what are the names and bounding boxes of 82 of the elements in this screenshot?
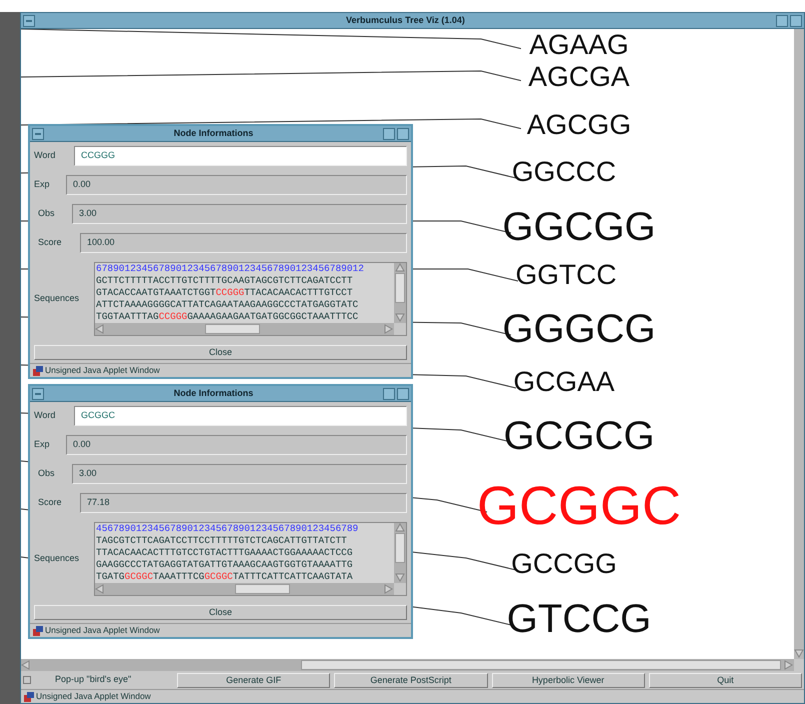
- tree-node-word[interactable]: GCGGC: [477, 479, 681, 533]
- vertical-scrollbar[interactable]: [394, 523, 406, 583]
- vertical-scrollbar[interactable]: [394, 263, 406, 323]
- field-label: Exp: [34, 438, 51, 452]
- toolbar-button[interactable]: Quit: [648, 672, 802, 688]
- horizontal-scrollbar[interactable]: [95, 583, 394, 595]
- word-field[interactable]: CCGGG: [74, 146, 407, 166]
- minimize-icon[interactable]: [383, 128, 395, 140]
- field-label: Word: [34, 409, 56, 422]
- applet-icon: [33, 366, 43, 376]
- word-field[interactable]: GCGGC: [74, 406, 407, 426]
- field-label: Obs: [37, 467, 56, 480]
- tree-node-word[interactable]: GCGAA: [513, 368, 615, 396]
- status-text: Unsigned Java Applet Window: [36, 690, 151, 703]
- minimize-icon[interactable]: [776, 14, 788, 26]
- field-label: Obs: [37, 207, 56, 220]
- sequence-line: TGGTAATTTAGCCGGGGAAAAGAAGAATGATGGCGGCTAAATTTCC: [96, 311, 360, 323]
- toolbar-button[interactable]: Generate PostScript: [334, 672, 488, 688]
- applet-icon: [24, 692, 34, 702]
- checkbox-label: Pop-up "bird's eye": [54, 673, 132, 686]
- tree-node-word[interactable]: AGCGG: [526, 111, 632, 139]
- tree-node-word[interactable]: GGGCG: [502, 309, 656, 349]
- horizontal-scrollbar[interactable]: [21, 659, 794, 671]
- scroll-thumb[interactable]: [301, 660, 781, 670]
- sequence-line: GTACACCAATGTAAATCTGGTCCGGGTTACACAACACTTTGTCCT: [96, 287, 354, 299]
- score-field: 77.18: [80, 493, 407, 513]
- tree-node-word[interactable]: GCCGG: [511, 550, 617, 578]
- score-field: 100.00: [80, 233, 407, 253]
- toolbar-button[interactable]: Generate GIF: [177, 672, 330, 688]
- sequence-line: TTACACAACACTTTGTCCTGTACTTTGAAAACTGGAAAAACTCCG: [96, 547, 354, 559]
- maximize-icon[interactable]: [397, 388, 409, 400]
- window-menu-icon[interactable]: [32, 388, 44, 400]
- checkbox[interactable]: [23, 676, 31, 684]
- sequence-line: 67890123456789012345678901234567890123456789012: [96, 263, 365, 275]
- tree-node-word[interactable]: AGCGA: [528, 63, 630, 91]
- field-label: Score: [37, 236, 63, 250]
- close-button[interactable]: Close: [34, 605, 407, 620]
- scroll-thumb[interactable]: [395, 533, 405, 563]
- obs-field: 3.00: [72, 204, 407, 224]
- vertical-scrollbar[interactable]: [794, 29, 804, 659]
- sequence-line: GCTTCTTTTTACCTTGTCTTTTGCAAGTAGCGTCTTCAGATCCTT: [96, 275, 354, 287]
- minimize-icon[interactable]: [383, 388, 395, 400]
- status-text: Unsigned Java Applet Window: [45, 364, 160, 377]
- sequence-line: 4567890123456789012345678901234567890123456789: [96, 523, 360, 535]
- window-menu-icon[interactable]: [23, 14, 35, 26]
- sequences-area[interactable]: [94, 522, 407, 596]
- field-label: Sequences: [34, 552, 80, 566]
- tree-node-word[interactable]: AGAAG: [529, 31, 629, 59]
- tree-node-word[interactable]: GGTCC: [515, 261, 617, 289]
- tree-node-word[interactable]: GGCCC: [512, 158, 616, 186]
- close-button[interactable]: Close: [34, 345, 407, 360]
- tree-node-word[interactable]: GTCCG: [506, 599, 652, 639]
- sequence-line: TAGCGTCTTCAGATCCTTCCTTTTTGTCTCAGCATTGTTATCTT: [96, 535, 348, 547]
- horizontal-scrollbar[interactable]: [95, 323, 394, 335]
- sequence-line: GAAGGCCCTATGAGGTATGATTGTAAAGCAAGTGGTGTAAAATTG: [96, 559, 354, 571]
- applet-icon: [33, 626, 43, 636]
- scroll-thumb[interactable]: [235, 584, 290, 594]
- scroll-thumb[interactable]: [205, 324, 260, 334]
- tree-node-word[interactable]: GGCGG: [502, 207, 656, 247]
- toolbar-button[interactable]: Hyperbolic Viewer: [492, 672, 645, 688]
- scroll-down-icon[interactable]: [395, 573, 405, 583]
- tree-node-word[interactable]: GCGCG: [503, 416, 655, 456]
- window-title: Verbumculus Tree Viz (1.04): [345, 14, 466, 27]
- field-label: Exp: [34, 178, 51, 192]
- maximize-icon[interactable]: [790, 14, 802, 26]
- maximize-icon[interactable]: [397, 128, 409, 140]
- field-label: Word: [34, 149, 56, 162]
- window-menu-icon[interactable]: [32, 128, 44, 140]
- status-text: Unsigned Java Applet Window: [45, 624, 160, 637]
- scroll-down-icon[interactable]: [395, 313, 405, 323]
- sequence-line: ATTCTAAAAGGGGCATTATCAGAATAAGAAGGCCCTATGAGGTATC: [96, 299, 360, 311]
- field-label: Score: [37, 496, 63, 510]
- sequence-line: TGATGGCGGCTAAATTTCGGCGGCTATTTCATTCATTCAAGTATA: [96, 571, 354, 583]
- exp-field: 0.00: [66, 175, 407, 195]
- window-title: Node Informations: [172, 386, 254, 400]
- exp-field: 0.00: [66, 435, 407, 455]
- scroll-down-icon[interactable]: [794, 649, 804, 659]
- sequences-area[interactable]: [94, 262, 407, 336]
- obs-field: 3.00: [72, 464, 407, 484]
- window-title: Node Informations: [172, 126, 254, 140]
- field-label: Sequences: [34, 292, 80, 306]
- scroll-thumb[interactable]: [395, 273, 405, 303]
